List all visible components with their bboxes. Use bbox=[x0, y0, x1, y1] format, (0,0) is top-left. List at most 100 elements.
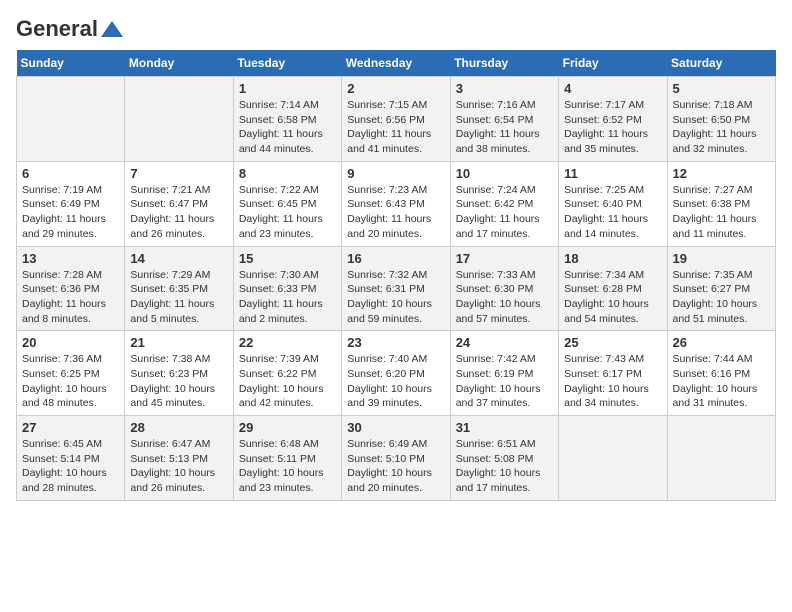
day-header-thursday: Thursday bbox=[450, 50, 558, 77]
calendar-cell: 31 Sunrise: 6:51 AM Sunset: 5:08 PM Dayli… bbox=[450, 416, 558, 501]
day-info: Sunrise: 7:34 AM Sunset: 6:28 PM Dayligh… bbox=[564, 268, 661, 327]
day-number: 18 bbox=[564, 251, 661, 266]
day-info: Sunrise: 6:51 AM Sunset: 5:08 PM Dayligh… bbox=[456, 437, 553, 496]
calendar-cell: 13 Sunrise: 7:28 AM Sunset: 6:36 PM Dayli… bbox=[17, 246, 125, 331]
calendar-cell: 21Sunrise: 7:38 AM Sunset: 6:23 PM Dayli… bbox=[125, 331, 233, 416]
calendar-cell: 28 Sunrise: 6:47 AM Sunset: 5:13 PM Dayli… bbox=[125, 416, 233, 501]
day-info: Sunrise: 7:43 AM Sunset: 6:17 PM Dayligh… bbox=[564, 352, 661, 411]
calendar-cell: 29 Sunrise: 6:48 AM Sunset: 5:11 PM Dayli… bbox=[233, 416, 341, 501]
calendar-cell: 18 Sunrise: 7:34 AM Sunset: 6:28 PM Dayli… bbox=[559, 246, 667, 331]
day-number: 25 bbox=[564, 335, 661, 350]
calendar-cell: 25 Sunrise: 7:43 AM Sunset: 6:17 PM Dayli… bbox=[559, 331, 667, 416]
calendar-cell: 6 Sunrise: 7:19 AM Sunset: 6:49 PM Daylig… bbox=[17, 161, 125, 246]
day-number: 10 bbox=[456, 166, 553, 181]
page-header: General bbox=[16, 16, 776, 38]
day-info: Sunrise: 7:32 AM Sunset: 6:31 PM Dayligh… bbox=[347, 268, 444, 327]
day-number: 3 bbox=[456, 81, 553, 96]
day-number: 8 bbox=[239, 166, 336, 181]
day-number: 21 bbox=[130, 335, 227, 350]
day-number: 13 bbox=[22, 251, 119, 266]
day-info: Sunrise: 7:15 AM Sunset: 6:56 PM Dayligh… bbox=[347, 98, 444, 157]
day-info: Sunrise: 7:16 AM Sunset: 6:54 PM Dayligh… bbox=[456, 98, 553, 157]
calendar-week-1: 1Sunrise: 7:14 AM Sunset: 6:58 PM Daylig… bbox=[17, 77, 776, 162]
header-row: SundayMondayTuesdayWednesdayThursdayFrid… bbox=[17, 50, 776, 77]
day-number: 1 bbox=[239, 81, 336, 96]
day-info: Sunrise: 7:35 AM Sunset: 6:27 PM Dayligh… bbox=[673, 268, 770, 327]
calendar-cell: 12Sunrise: 7:27 AM Sunset: 6:38 PM Dayli… bbox=[667, 161, 775, 246]
calendar-cell: 9 Sunrise: 7:23 AM Sunset: 6:43 PM Daylig… bbox=[342, 161, 450, 246]
day-number: 9 bbox=[347, 166, 444, 181]
calendar-week-2: 6 Sunrise: 7:19 AM Sunset: 6:49 PM Daylig… bbox=[17, 161, 776, 246]
day-number: 31 bbox=[456, 420, 553, 435]
day-number: 11 bbox=[564, 166, 661, 181]
day-info: Sunrise: 7:44 AM Sunset: 6:16 PM Dayligh… bbox=[673, 352, 770, 411]
calendar-cell: 10 Sunrise: 7:24 AM Sunset: 6:42 PM Dayli… bbox=[450, 161, 558, 246]
day-number: 19 bbox=[673, 251, 770, 266]
calendar-cell: 16 Sunrise: 7:32 AM Sunset: 6:31 PM Dayli… bbox=[342, 246, 450, 331]
calendar-cell bbox=[125, 77, 233, 162]
calendar-cell: 2 Sunrise: 7:15 AM Sunset: 6:56 PM Daylig… bbox=[342, 77, 450, 162]
day-header-tuesday: Tuesday bbox=[233, 50, 341, 77]
day-number: 12 bbox=[673, 166, 770, 181]
calendar-cell: 15 Sunrise: 7:30 AM Sunset: 6:33 PM Dayli… bbox=[233, 246, 341, 331]
calendar-cell: 17 Sunrise: 7:33 AM Sunset: 6:30 PM Dayli… bbox=[450, 246, 558, 331]
calendar-cell: 1Sunrise: 7:14 AM Sunset: 6:58 PM Daylig… bbox=[233, 77, 341, 162]
calendar-cell: 22Sunrise: 7:39 AM Sunset: 6:22 PM Dayli… bbox=[233, 331, 341, 416]
day-info: Sunrise: 7:42 AM Sunset: 6:19 PM Dayligh… bbox=[456, 352, 553, 411]
day-info: Sunrise: 7:24 AM Sunset: 6:42 PM Dayligh… bbox=[456, 183, 553, 242]
day-header-wednesday: Wednesday bbox=[342, 50, 450, 77]
day-info: Sunrise: 7:22 AM Sunset: 6:45 PM Dayligh… bbox=[239, 183, 336, 242]
calendar-cell: 23 Sunrise: 7:40 AM Sunset: 6:20 PM Dayli… bbox=[342, 331, 450, 416]
day-number: 5 bbox=[673, 81, 770, 96]
day-header-monday: Monday bbox=[125, 50, 233, 77]
calendar-cell: 11 Sunrise: 7:25 AM Sunset: 6:40 PM Dayli… bbox=[559, 161, 667, 246]
day-header-sunday: Sunday bbox=[17, 50, 125, 77]
day-header-saturday: Saturday bbox=[667, 50, 775, 77]
day-number: 24 bbox=[456, 335, 553, 350]
day-info: Sunrise: 7:30 AM Sunset: 6:33 PM Dayligh… bbox=[239, 268, 336, 327]
day-number: 6 bbox=[22, 166, 119, 181]
day-number: 29 bbox=[239, 420, 336, 435]
day-info: Sunrise: 7:21 AM Sunset: 6:47 PM Dayligh… bbox=[130, 183, 227, 242]
day-info: Sunrise: 7:29 AM Sunset: 6:35 PM Dayligh… bbox=[130, 268, 227, 327]
day-info: Sunrise: 7:19 AM Sunset: 6:49 PM Dayligh… bbox=[22, 183, 119, 242]
calendar-cell bbox=[559, 416, 667, 501]
day-number: 16 bbox=[347, 251, 444, 266]
calendar-cell: 4Sunrise: 7:17 AM Sunset: 6:52 PM Daylig… bbox=[559, 77, 667, 162]
day-info: Sunrise: 7:33 AM Sunset: 6:30 PM Dayligh… bbox=[456, 268, 553, 327]
day-number: 28 bbox=[130, 420, 227, 435]
calendar-cell: 14 Sunrise: 7:29 AM Sunset: 6:35 PM Dayli… bbox=[125, 246, 233, 331]
day-info: Sunrise: 7:40 AM Sunset: 6:20 PM Dayligh… bbox=[347, 352, 444, 411]
day-number: 27 bbox=[22, 420, 119, 435]
day-info: Sunrise: 7:18 AM Sunset: 6:50 PM Dayligh… bbox=[673, 98, 770, 157]
calendar-cell: 5 Sunrise: 7:18 AM Sunset: 6:50 PM Daylig… bbox=[667, 77, 775, 162]
day-number: 14 bbox=[130, 251, 227, 266]
logo: General bbox=[16, 16, 123, 38]
calendar-cell: 20 Sunrise: 7:36 AM Sunset: 6:25 PM Dayli… bbox=[17, 331, 125, 416]
day-info: Sunrise: 7:23 AM Sunset: 6:43 PM Dayligh… bbox=[347, 183, 444, 242]
day-number: 17 bbox=[456, 251, 553, 266]
day-info: Sunrise: 7:36 AM Sunset: 6:25 PM Dayligh… bbox=[22, 352, 119, 411]
day-info: Sunrise: 6:47 AM Sunset: 5:13 PM Dayligh… bbox=[130, 437, 227, 496]
day-number: 15 bbox=[239, 251, 336, 266]
calendar-cell bbox=[17, 77, 125, 162]
day-info: Sunrise: 6:49 AM Sunset: 5:10 PM Dayligh… bbox=[347, 437, 444, 496]
day-info: Sunrise: 6:45 AM Sunset: 5:14 PM Dayligh… bbox=[22, 437, 119, 496]
day-header-friday: Friday bbox=[559, 50, 667, 77]
day-info: Sunrise: 6:48 AM Sunset: 5:11 PM Dayligh… bbox=[239, 437, 336, 496]
day-info: Sunrise: 7:28 AM Sunset: 6:36 PM Dayligh… bbox=[22, 268, 119, 327]
day-number: 23 bbox=[347, 335, 444, 350]
calendar-cell: 30Sunrise: 6:49 AM Sunset: 5:10 PM Dayli… bbox=[342, 416, 450, 501]
calendar-cell: 19 Sunrise: 7:35 AM Sunset: 6:27 PM Dayli… bbox=[667, 246, 775, 331]
day-number: 2 bbox=[347, 81, 444, 96]
day-info: Sunrise: 7:25 AM Sunset: 6:40 PM Dayligh… bbox=[564, 183, 661, 242]
calendar-cell bbox=[667, 416, 775, 501]
calendar-cell: 24 Sunrise: 7:42 AM Sunset: 6:19 PM Dayli… bbox=[450, 331, 558, 416]
calendar-week-5: 27 Sunrise: 6:45 AM Sunset: 5:14 PM Dayli… bbox=[17, 416, 776, 501]
logo-icon bbox=[101, 21, 123, 37]
day-number: 20 bbox=[22, 335, 119, 350]
day-info: Sunrise: 7:17 AM Sunset: 6:52 PM Dayligh… bbox=[564, 98, 661, 157]
day-number: 26 bbox=[673, 335, 770, 350]
calendar-cell: 27 Sunrise: 6:45 AM Sunset: 5:14 PM Dayli… bbox=[17, 416, 125, 501]
calendar-cell: 3 Sunrise: 7:16 AM Sunset: 6:54 PM Daylig… bbox=[450, 77, 558, 162]
